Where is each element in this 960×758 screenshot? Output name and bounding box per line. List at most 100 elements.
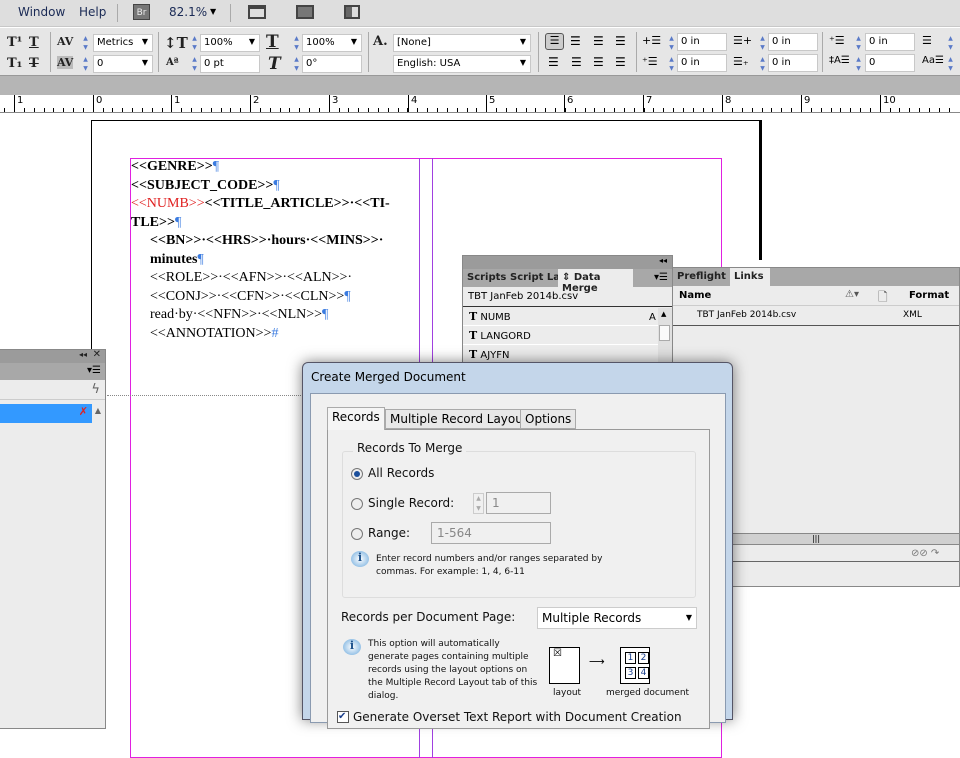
bridge-button[interactable]: Br (133, 4, 150, 20)
zoom-level[interactable]: 82.1% (169, 5, 207, 19)
align-away-spine-button[interactable]: ☰ (615, 55, 626, 69)
close-icon[interactable]: ✕ (93, 349, 101, 360)
text-run: <<ANNOTATION>> (150, 325, 272, 341)
space-before-field[interactable]: 0 in (865, 33, 915, 51)
tab-scripts[interactable]: Scripts (463, 269, 510, 287)
horizontal-scale-field[interactable]: 100% ▼ (302, 34, 362, 52)
vertical-scale-field[interactable]: 100% ▼ (200, 34, 260, 52)
tab-data-merge[interactable]: ⇕ Data Merge (558, 269, 633, 294)
justify-all-button[interactable]: ☰ (593, 55, 604, 69)
space-before-stepper[interactable]: ▲ ▼ (854, 34, 863, 52)
chevron-down-icon[interactable]: ▼ (210, 7, 216, 16)
scroll-up-icon[interactable]: ▲ (95, 406, 101, 415)
tab-multiple-record-layout[interactable]: Multiple Record Layout (385, 409, 533, 429)
justify-left-button[interactable]: ☰ (548, 55, 559, 69)
chevron-down-icon[interactable]: ▼ (249, 37, 255, 46)
ruler-tick (742, 108, 743, 112)
chevron-down-icon[interactable]: ▼ (520, 37, 526, 46)
last-indent-stepper[interactable]: ▲ ▼ (758, 55, 767, 73)
drop-cap-field[interactable]: 0 (865, 54, 915, 72)
skew-field[interactable]: 0° (302, 55, 362, 73)
align-center-button[interactable]: ☰ (570, 34, 581, 48)
radio-single-record[interactable] (351, 498, 363, 510)
warning-icon[interactable]: ⚠▾ (845, 289, 859, 300)
skew-stepper[interactable]: ▲ ▼ (292, 55, 301, 73)
vscale-stepper[interactable]: ▲ ▼ (190, 34, 199, 52)
tracking-field[interactable]: 0 ▼ (93, 55, 153, 73)
ruler-tick (280, 108, 281, 112)
records-per-page-select[interactable]: Multiple Records ▼ (537, 607, 697, 629)
menu-help[interactable]: Help (79, 5, 106, 19)
drop-cap-stepper[interactable]: ▲ ▼ (854, 55, 863, 73)
align-right-button[interactable]: ☰ (593, 34, 604, 48)
collapse-icon[interactable]: ◂◂ (659, 256, 667, 265)
single-record-stepper[interactable]: ▲ ▼ (473, 493, 484, 514)
first-indent-stepper[interactable]: ▲ ▼ (667, 55, 676, 73)
panel-header[interactable]: ◂◂ ✕ (0, 349, 105, 363)
selected-list-item[interactable]: ✗ (0, 404, 92, 423)
chevron-down-icon[interactable]: ▼ (351, 37, 357, 46)
tab-script-label[interactable]: Script Lab (506, 269, 558, 287)
ruler-tick (850, 108, 851, 112)
scroll-thumb[interactable] (659, 325, 670, 341)
tab-preflight[interactable]: Preflight (673, 268, 730, 286)
lightning-icon[interactable]: ϟ (91, 382, 100, 397)
chevron-down-icon[interactable]: ▼ (142, 37, 148, 46)
hscale-stepper[interactable]: ▲ ▼ (292, 34, 301, 52)
range-field[interactable]: 1-564 (431, 522, 551, 544)
radio-range[interactable] (351, 528, 363, 540)
single-record-field[interactable]: 1 (486, 492, 551, 514)
tracking-stepper[interactable]: ▲ ▼ (81, 55, 90, 73)
ruler-tick (83, 108, 84, 112)
justify-center-button[interactable]: ☰ (571, 55, 582, 69)
chevron-down-icon[interactable]: ▼ (520, 58, 526, 67)
hscale-value: 100% (306, 37, 335, 48)
subscript-icon[interactable]: T₁ (7, 56, 22, 71)
horizontal-ruler[interactable]: 1 0 1 2 3 4 5 6 7 8 9 10 (0, 95, 960, 113)
tab-records[interactable]: Records (327, 407, 385, 430)
character-style-select[interactable]: [None] ▼ (393, 34, 531, 52)
panel-menu-icon[interactable]: ▾☰ (87, 365, 101, 376)
kerning-stepper[interactable]: ▲ ▼ (81, 34, 90, 52)
baseline-stepper[interactable]: ▲ ▼ (190, 55, 199, 73)
panel-menu-icon[interactable]: ▾☰ (654, 272, 668, 283)
drop-cap-chars-stepper[interactable]: ▲ ▼ (946, 55, 955, 73)
column-format[interactable]: Format (909, 290, 949, 301)
superscript-icon[interactable]: T¹ (7, 35, 22, 50)
tab-links[interactable]: Links (730, 268, 770, 286)
right-indent-stepper[interactable]: ▲ ▼ (758, 34, 767, 52)
first-line-indent-field[interactable]: 0 in (677, 54, 727, 72)
tracking-value: 0 (97, 58, 104, 69)
menu-window[interactable]: Window (18, 5, 65, 19)
ruler-tick (230, 108, 231, 112)
ruler-tick (44, 108, 45, 112)
baseline-shift-field[interactable]: 0 pt (200, 55, 260, 73)
align-towards-spine-button[interactable]: ☰ (615, 34, 626, 48)
overset-report-checkbox[interactable]: ✔ (337, 711, 349, 723)
last-line-indent-field[interactable]: 0 in (768, 54, 818, 72)
scroll-up-icon[interactable]: ▲ (661, 310, 666, 318)
left-indent-stepper[interactable]: ▲ ▼ (667, 34, 676, 52)
tab-options[interactable]: Options (520, 409, 577, 429)
right-indent-field[interactable]: 0 in (768, 33, 818, 51)
field-item[interactable]: T LANGORD (463, 326, 658, 345)
field-item[interactable]: T NUMB (463, 307, 658, 326)
underline-icon[interactable]: T (29, 35, 39, 50)
language-select[interactable]: English: USA ▼ (393, 55, 531, 73)
relink-icon[interactable]: ⊘⊘ ↷ (911, 548, 939, 559)
left-indent-field[interactable]: 0 in (677, 33, 727, 51)
chevron-down-icon[interactable]: ▼ (142, 58, 148, 67)
space-after-stepper[interactable]: ▲ ▼ (946, 34, 955, 52)
align-left-button[interactable]: ☰ (545, 33, 564, 50)
kerning-field[interactable]: Metrics ▼ (93, 34, 153, 52)
link-row[interactable]: TBT JanFeb 2014b.csv XML (673, 306, 959, 326)
column-name[interactable]: Name (679, 290, 711, 301)
ruler-tick (673, 108, 674, 112)
arrange-documents-icon[interactable] (344, 5, 360, 19)
radio-all-records[interactable] (351, 468, 363, 480)
strikethrough-icon[interactable]: T (29, 56, 39, 71)
panel-header[interactable]: ◂◂ (463, 256, 672, 269)
view-options-icon[interactable] (248, 5, 266, 19)
screen-mode-icon[interactable] (296, 5, 314, 19)
collapse-icon[interactable]: ◂◂ (79, 350, 87, 359)
